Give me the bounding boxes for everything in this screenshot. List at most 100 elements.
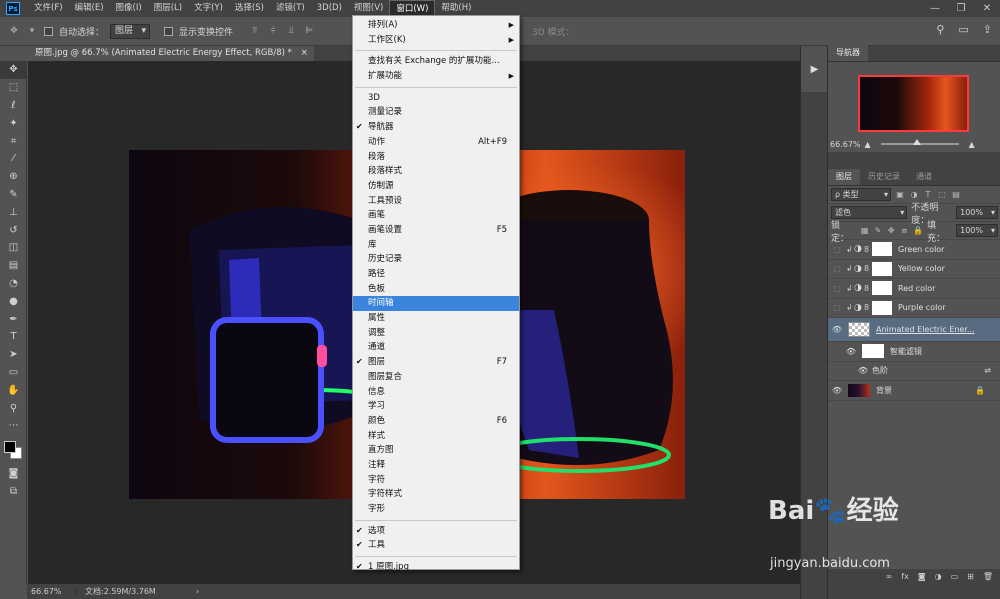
visibility-off-icon[interactable]: □ (828, 245, 846, 254)
status-zoom[interactable]: 66.67% (27, 587, 77, 596)
zoom-in-icon[interactable]: ▲ (969, 140, 975, 149)
show-transform-checkbox[interactable] (164, 26, 174, 36)
dodge-tool-icon[interactable]: ● (0, 292, 27, 310)
menu-item[interactable]: 颜色 F6 (353, 414, 519, 429)
menu-item[interactable]: 排列(A) ▶ (353, 18, 519, 33)
align-bottom-icon[interactable]: ⫫ (285, 25, 297, 37)
menu-item[interactable]: 字形 (353, 502, 519, 517)
menu-item[interactable]: 画笔设置 F5 (353, 223, 519, 238)
menu-item[interactable]: 通道 (353, 340, 519, 355)
layer-red-color[interactable]: □ ↲ ◑ 8 Red color (828, 279, 1000, 299)
link-icon[interactable]: 8 (864, 264, 872, 273)
menu-item[interactable]: 图层复合 (353, 370, 519, 385)
zoom-tool-icon[interactable]: ⚲ (0, 399, 27, 417)
visibility-off-icon[interactable]: □ (828, 303, 846, 312)
shape-filter-icon[interactable]: ⬚ (937, 190, 947, 199)
smart-filter-icon[interactable]: ▤ (951, 190, 961, 199)
auto-select-dropdown[interactable]: 图层 (110, 23, 151, 39)
layer-mask-thumbnail[interactable] (872, 242, 892, 257)
crop-tool-icon[interactable]: ⌗ (0, 132, 27, 150)
menu-item[interactable]: 学习 (353, 399, 519, 414)
move-tool-icon[interactable]: ✥ (0, 61, 27, 79)
menu-item[interactable]: 字符 (353, 473, 519, 488)
eye-icon[interactable]: 👁 (828, 325, 846, 334)
close-button[interactable]: ✕ (974, 0, 1000, 17)
menu-filter[interactable]: 滤镜(T) (270, 0, 311, 17)
menu-item[interactable]: 工具预设 (353, 194, 519, 209)
zoom-out-icon[interactable]: ▲ (865, 140, 871, 149)
eye-icon[interactable]: 👁 (828, 386, 846, 395)
menu-3d[interactable]: 3D(D) (311, 0, 348, 17)
blend-mode-select[interactable]: 滤色 (831, 206, 908, 219)
menu-item[interactable]: 3D (353, 91, 519, 106)
smart-filters-row[interactable]: 👁 智能滤镜 (828, 342, 1000, 362)
tab-layers[interactable]: 图层 (828, 169, 860, 185)
menu-item[interactable]: 调整 (353, 326, 519, 341)
layer-name[interactable]: Red color (898, 284, 935, 293)
shape-tool-icon[interactable]: ▭ (0, 364, 27, 382)
menu-edit[interactable]: 编辑(E) (69, 0, 110, 17)
history-brush-icon[interactable]: ↺ (0, 221, 27, 239)
menu-item[interactable]: 扩展功能 ▶ (353, 69, 519, 84)
align-top-icon[interactable]: ⫪ (249, 25, 261, 37)
menu-file[interactable]: 文件(F) (28, 0, 69, 17)
menu-item[interactable]: ✔ 导航器 (353, 120, 519, 135)
levels-filter-label[interactable]: 色阶 (872, 365, 888, 376)
foreground-color-swatch[interactable] (4, 440, 16, 453)
gradient-tool-icon[interactable]: ▤ (0, 257, 27, 275)
navigator-zoom-slider[interactable] (880, 139, 959, 145)
layer-name[interactable]: Yellow color (898, 264, 945, 273)
layer-filter-kind[interactable]: ρ 类型 (831, 188, 891, 201)
auto-select-checkbox[interactable] (44, 26, 53, 36)
menu-item[interactable]: 直方图 (353, 443, 519, 458)
image-filter-icon[interactable]: ▣ (895, 190, 905, 199)
stamp-tool-icon[interactable]: ⊥ (0, 203, 27, 221)
background-thumbnail[interactable] (848, 383, 870, 397)
delete-layer-icon[interactable]: 🗑 (983, 572, 993, 581)
lasso-tool-icon[interactable]: ℓ (0, 97, 27, 115)
menu-item[interactable]: 段落样式 (353, 164, 519, 179)
align-middle-icon[interactable]: ⫩ (267, 25, 279, 37)
color-swatches[interactable] (0, 435, 26, 465)
marquee-tool-icon[interactable]: ⬚ (0, 79, 27, 97)
filter-options-icon[interactable]: ⇌ (984, 366, 991, 375)
menu-item[interactable]: 注释 (353, 458, 519, 473)
layer-mask-thumbnail[interactable] (872, 300, 892, 315)
lock-position-icon[interactable]: ✥ (887, 226, 896, 235)
eye-icon[interactable]: 👁 (842, 347, 860, 356)
chevron-down-icon[interactable]: ▾ (26, 25, 38, 37)
levels-filter-row[interactable]: 👁 色阶 ⇌ (828, 362, 1000, 381)
tab-navigator[interactable]: 导航器 (828, 45, 868, 61)
layer-green-color[interactable]: □ ↲ ◑ 8 Green color (828, 240, 1000, 260)
layer-mask-thumbnail[interactable] (872, 281, 892, 296)
menu-item[interactable]: 库 (353, 238, 519, 253)
lock-pixels-icon[interactable]: ✎ (873, 226, 882, 235)
type-filter-icon[interactable]: T (923, 190, 933, 199)
layer-name[interactable]: Green color (898, 245, 944, 254)
layer-purple-color[interactable]: □ ↲ ◑ 8 Purple color (828, 299, 1000, 318)
hand-tool-icon[interactable]: ✋ (0, 381, 27, 399)
layer-background[interactable]: 👁 背景 🔒 (828, 381, 1000, 401)
filter-mask-thumbnail[interactable] (862, 344, 884, 359)
type-tool-icon[interactable]: T (0, 328, 27, 346)
visibility-off-icon[interactable]: □ (828, 264, 846, 273)
layer-name[interactable]: 背景 (876, 385, 892, 396)
new-group-icon[interactable]: ▭ (951, 572, 959, 581)
link-icon[interactable]: 8 (864, 245, 872, 254)
menu-select[interactable]: 选择(S) (229, 0, 270, 17)
layer-name[interactable]: Animated Electric Ener... (876, 325, 975, 334)
lock-transparent-icon[interactable]: ▦ (860, 226, 869, 235)
link-icon[interactable]: 8 (864, 284, 872, 293)
layer-name[interactable]: Purple color (898, 303, 946, 312)
menu-item[interactable]: 字符样式 (353, 487, 519, 502)
add-mask-icon[interactable]: ◙ (918, 572, 926, 581)
document-tab[interactable]: 原图.jpg @ 66.7% (Animated Electric Energy… (27, 46, 314, 61)
adjustment-filter-icon[interactable]: ◑ (909, 190, 919, 199)
new-layer-icon[interactable]: ⊞ (967, 572, 974, 581)
fx-icon[interactable]: fx (901, 572, 909, 581)
menu-item[interactable]: 路径 (353, 267, 519, 282)
menu-layer[interactable]: 图层(L) (148, 0, 188, 17)
smart-filters-label[interactable]: 智能滤镜 (890, 346, 922, 357)
menu-item[interactable]: 历史记录 (353, 252, 519, 267)
pen-tool-icon[interactable]: ✒ (0, 310, 27, 328)
